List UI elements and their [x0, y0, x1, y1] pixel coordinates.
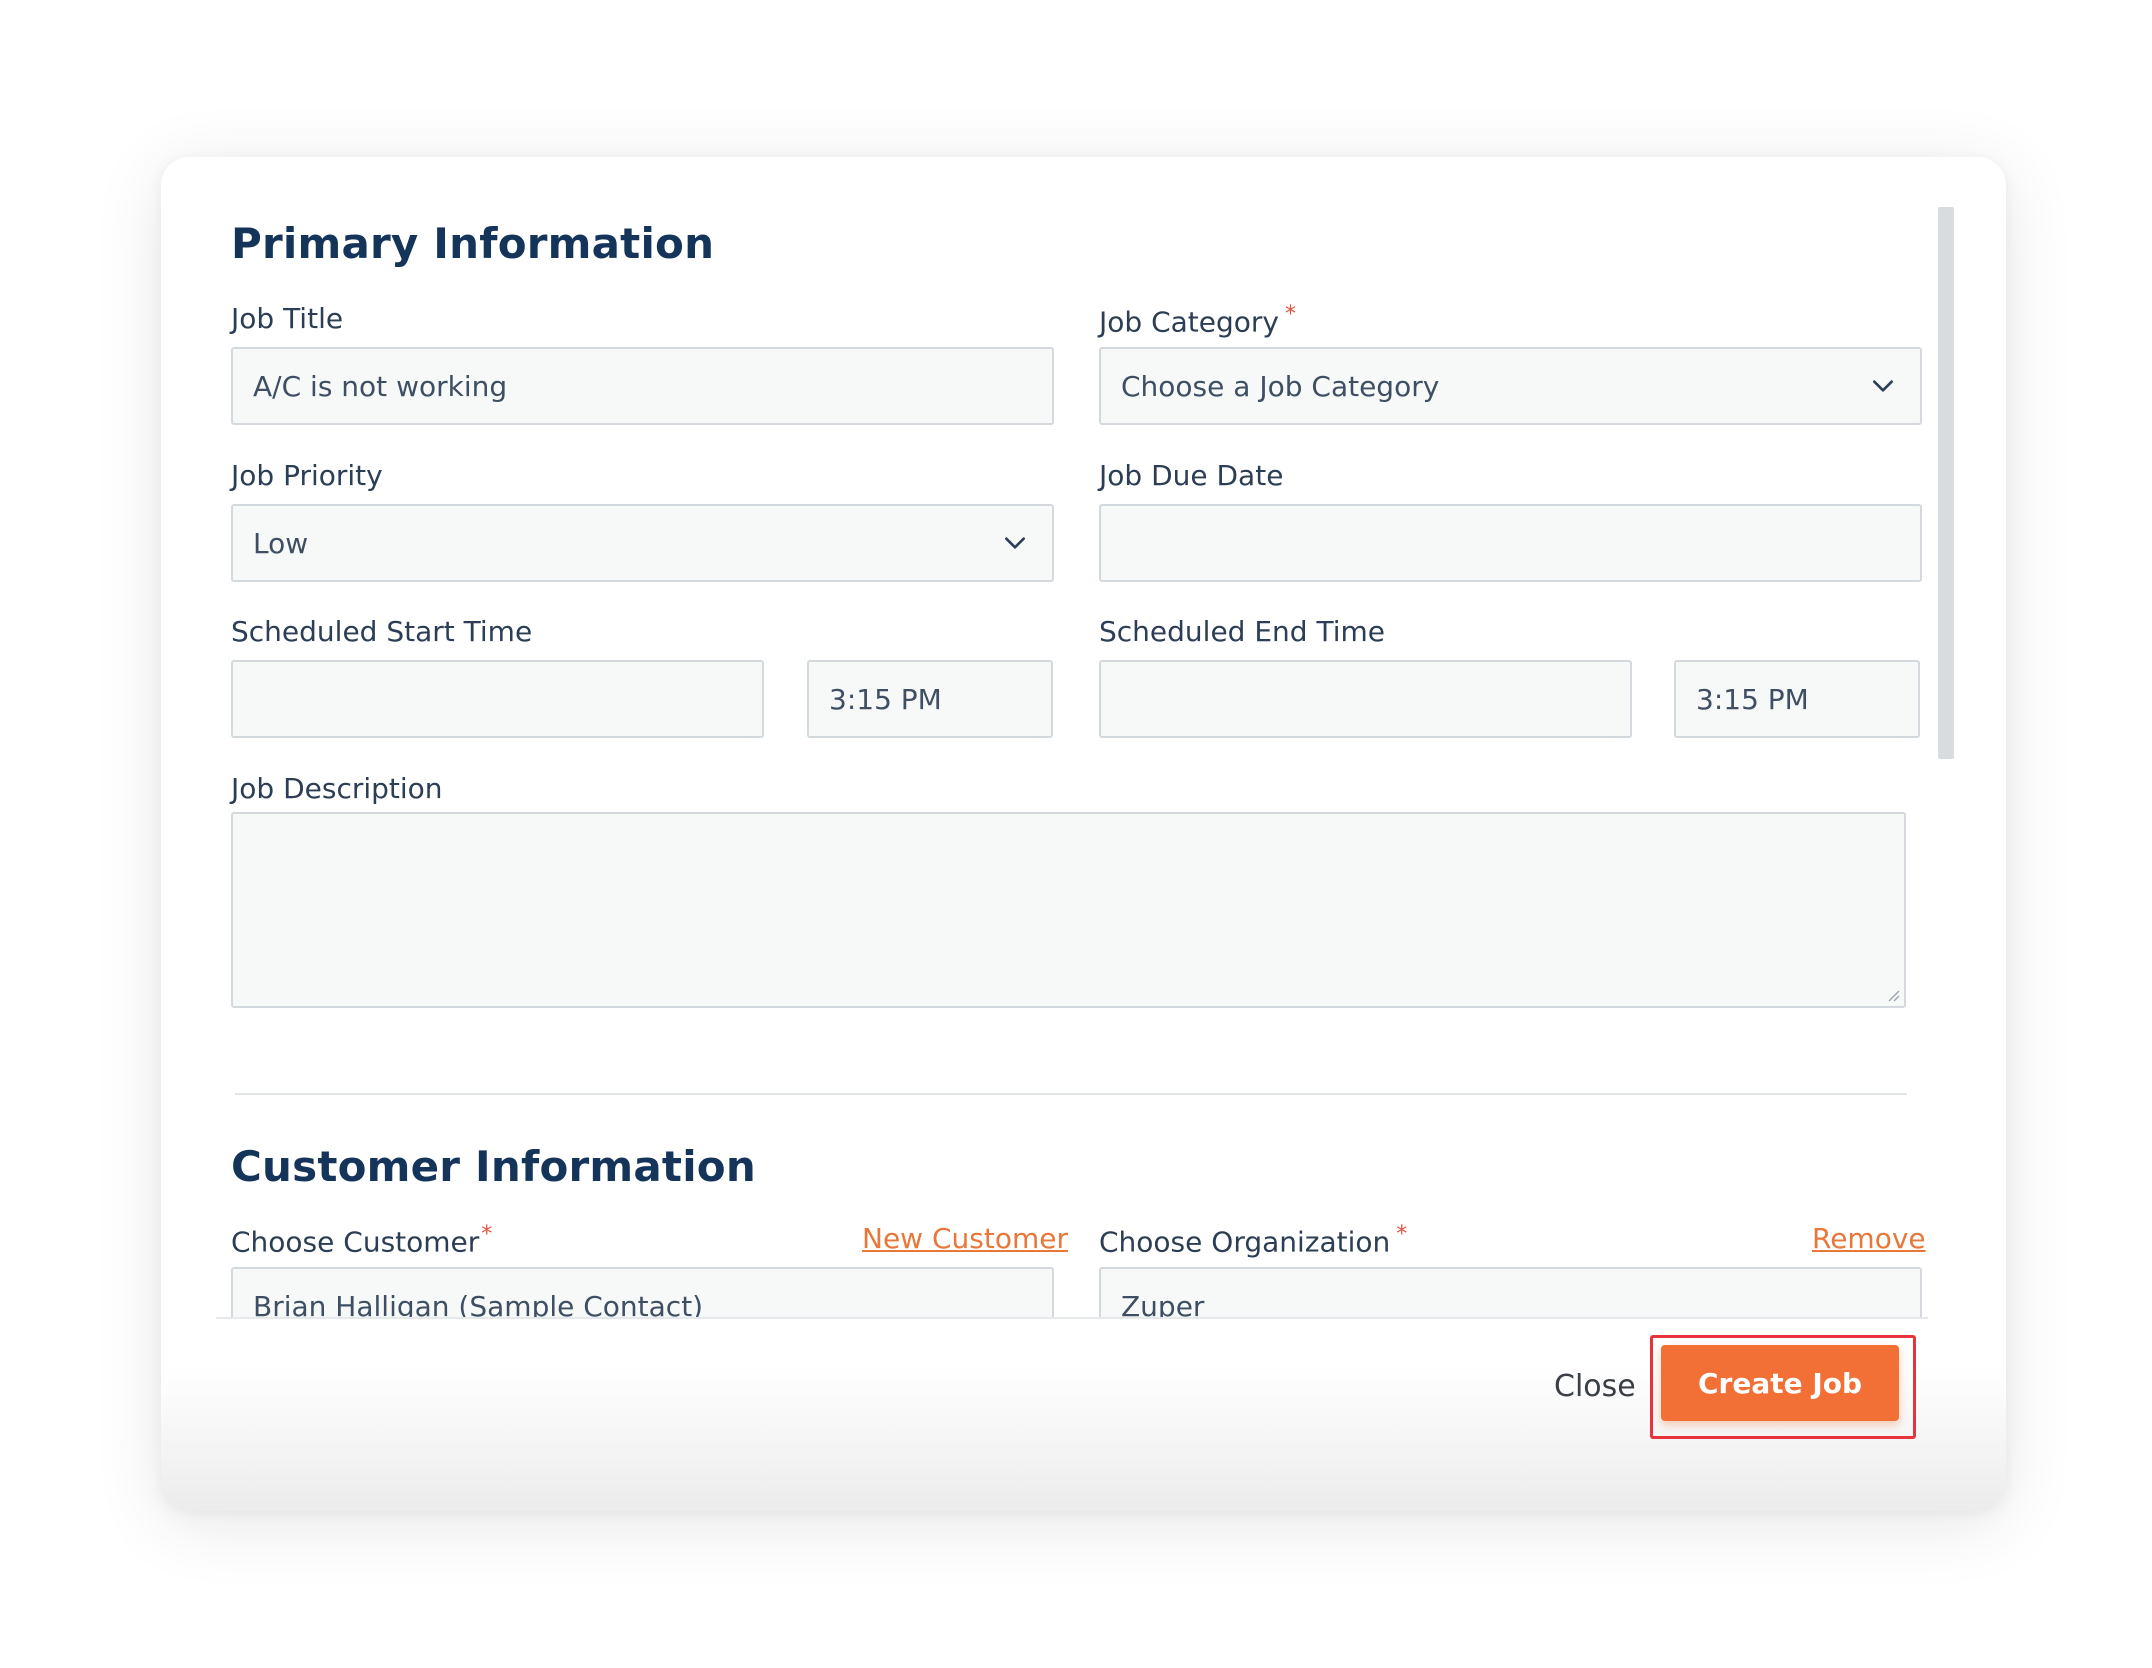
choose-customer-value: Brian Halligan (Sample Contact)	[253, 1289, 704, 1318]
chevron-down-icon	[1873, 380, 1893, 392]
customer-information-title: Customer Information	[231, 1142, 756, 1191]
job-title-value: A/C is not working	[253, 369, 508, 403]
job-category-select[interactable]: Choose a Job Category	[1099, 347, 1922, 425]
job-priority-select[interactable]: Low	[231, 504, 1054, 582]
choose-organization-label: Choose Organization *	[1099, 1222, 1408, 1259]
choose-organization-value: Zuper	[1121, 1289, 1205, 1318]
choose-organization-input[interactable]: Zuper	[1099, 1267, 1922, 1317]
job-description-textarea[interactable]	[231, 812, 1906, 1008]
scheduled-start-date-input[interactable]	[231, 660, 764, 738]
job-category-label: Job Category *	[1099, 302, 1296, 339]
remove-organization-link[interactable]: Remove	[1812, 1222, 1926, 1255]
required-mark: *	[1396, 1222, 1408, 1247]
job-due-date-label: Job Due Date	[1099, 459, 1284, 492]
chevron-down-icon	[1005, 537, 1025, 549]
required-mark: *	[1284, 302, 1296, 327]
scheduled-start-time-value: 3:15 PM	[829, 682, 942, 716]
create-job-modal: Primary Information Job Title A/C is not…	[161, 157, 2006, 1511]
choose-customer-input[interactable]: Brian Halligan (Sample Contact)	[231, 1267, 1054, 1317]
create-job-button[interactable]: Create Job	[1661, 1345, 1899, 1421]
new-customer-link[interactable]: New Customer	[862, 1222, 1068, 1255]
scheduled-start-time-input[interactable]: 3:15 PM	[807, 660, 1053, 738]
job-title-label: Job Title	[231, 302, 344, 335]
job-priority-label: Job Priority	[231, 459, 383, 492]
job-priority-value: Low	[253, 526, 309, 560]
close-button[interactable]: Close	[1554, 1369, 1636, 1404]
scheduled-end-time-value: 3:15 PM	[1696, 682, 1809, 716]
scheduled-end-date-input[interactable]	[1099, 660, 1632, 738]
required-mark: *	[481, 1222, 493, 1247]
job-title-input[interactable]: A/C is not working	[231, 347, 1054, 425]
job-due-date-input[interactable]	[1099, 504, 1922, 582]
resize-handle-icon[interactable]	[1884, 986, 1900, 1002]
choose-customer-label: Choose Customer*	[231, 1222, 493, 1259]
primary-information-title: Primary Information	[231, 219, 715, 268]
scheduled-start-label: Scheduled Start Time	[231, 615, 533, 648]
scheduled-end-label: Scheduled End Time	[1099, 615, 1385, 648]
job-category-value: Choose a Job Category	[1121, 369, 1440, 403]
scheduled-end-time-input[interactable]: 3:15 PM	[1674, 660, 1920, 738]
job-description-label: Job Description	[231, 772, 443, 805]
modal-scroll-area[interactable]: Primary Information Job Title A/C is not…	[161, 157, 2006, 1317]
footer-divider	[216, 1317, 1928, 1319]
scrollbar-thumb[interactable]	[1938, 207, 1954, 759]
section-divider	[235, 1093, 1907, 1095]
